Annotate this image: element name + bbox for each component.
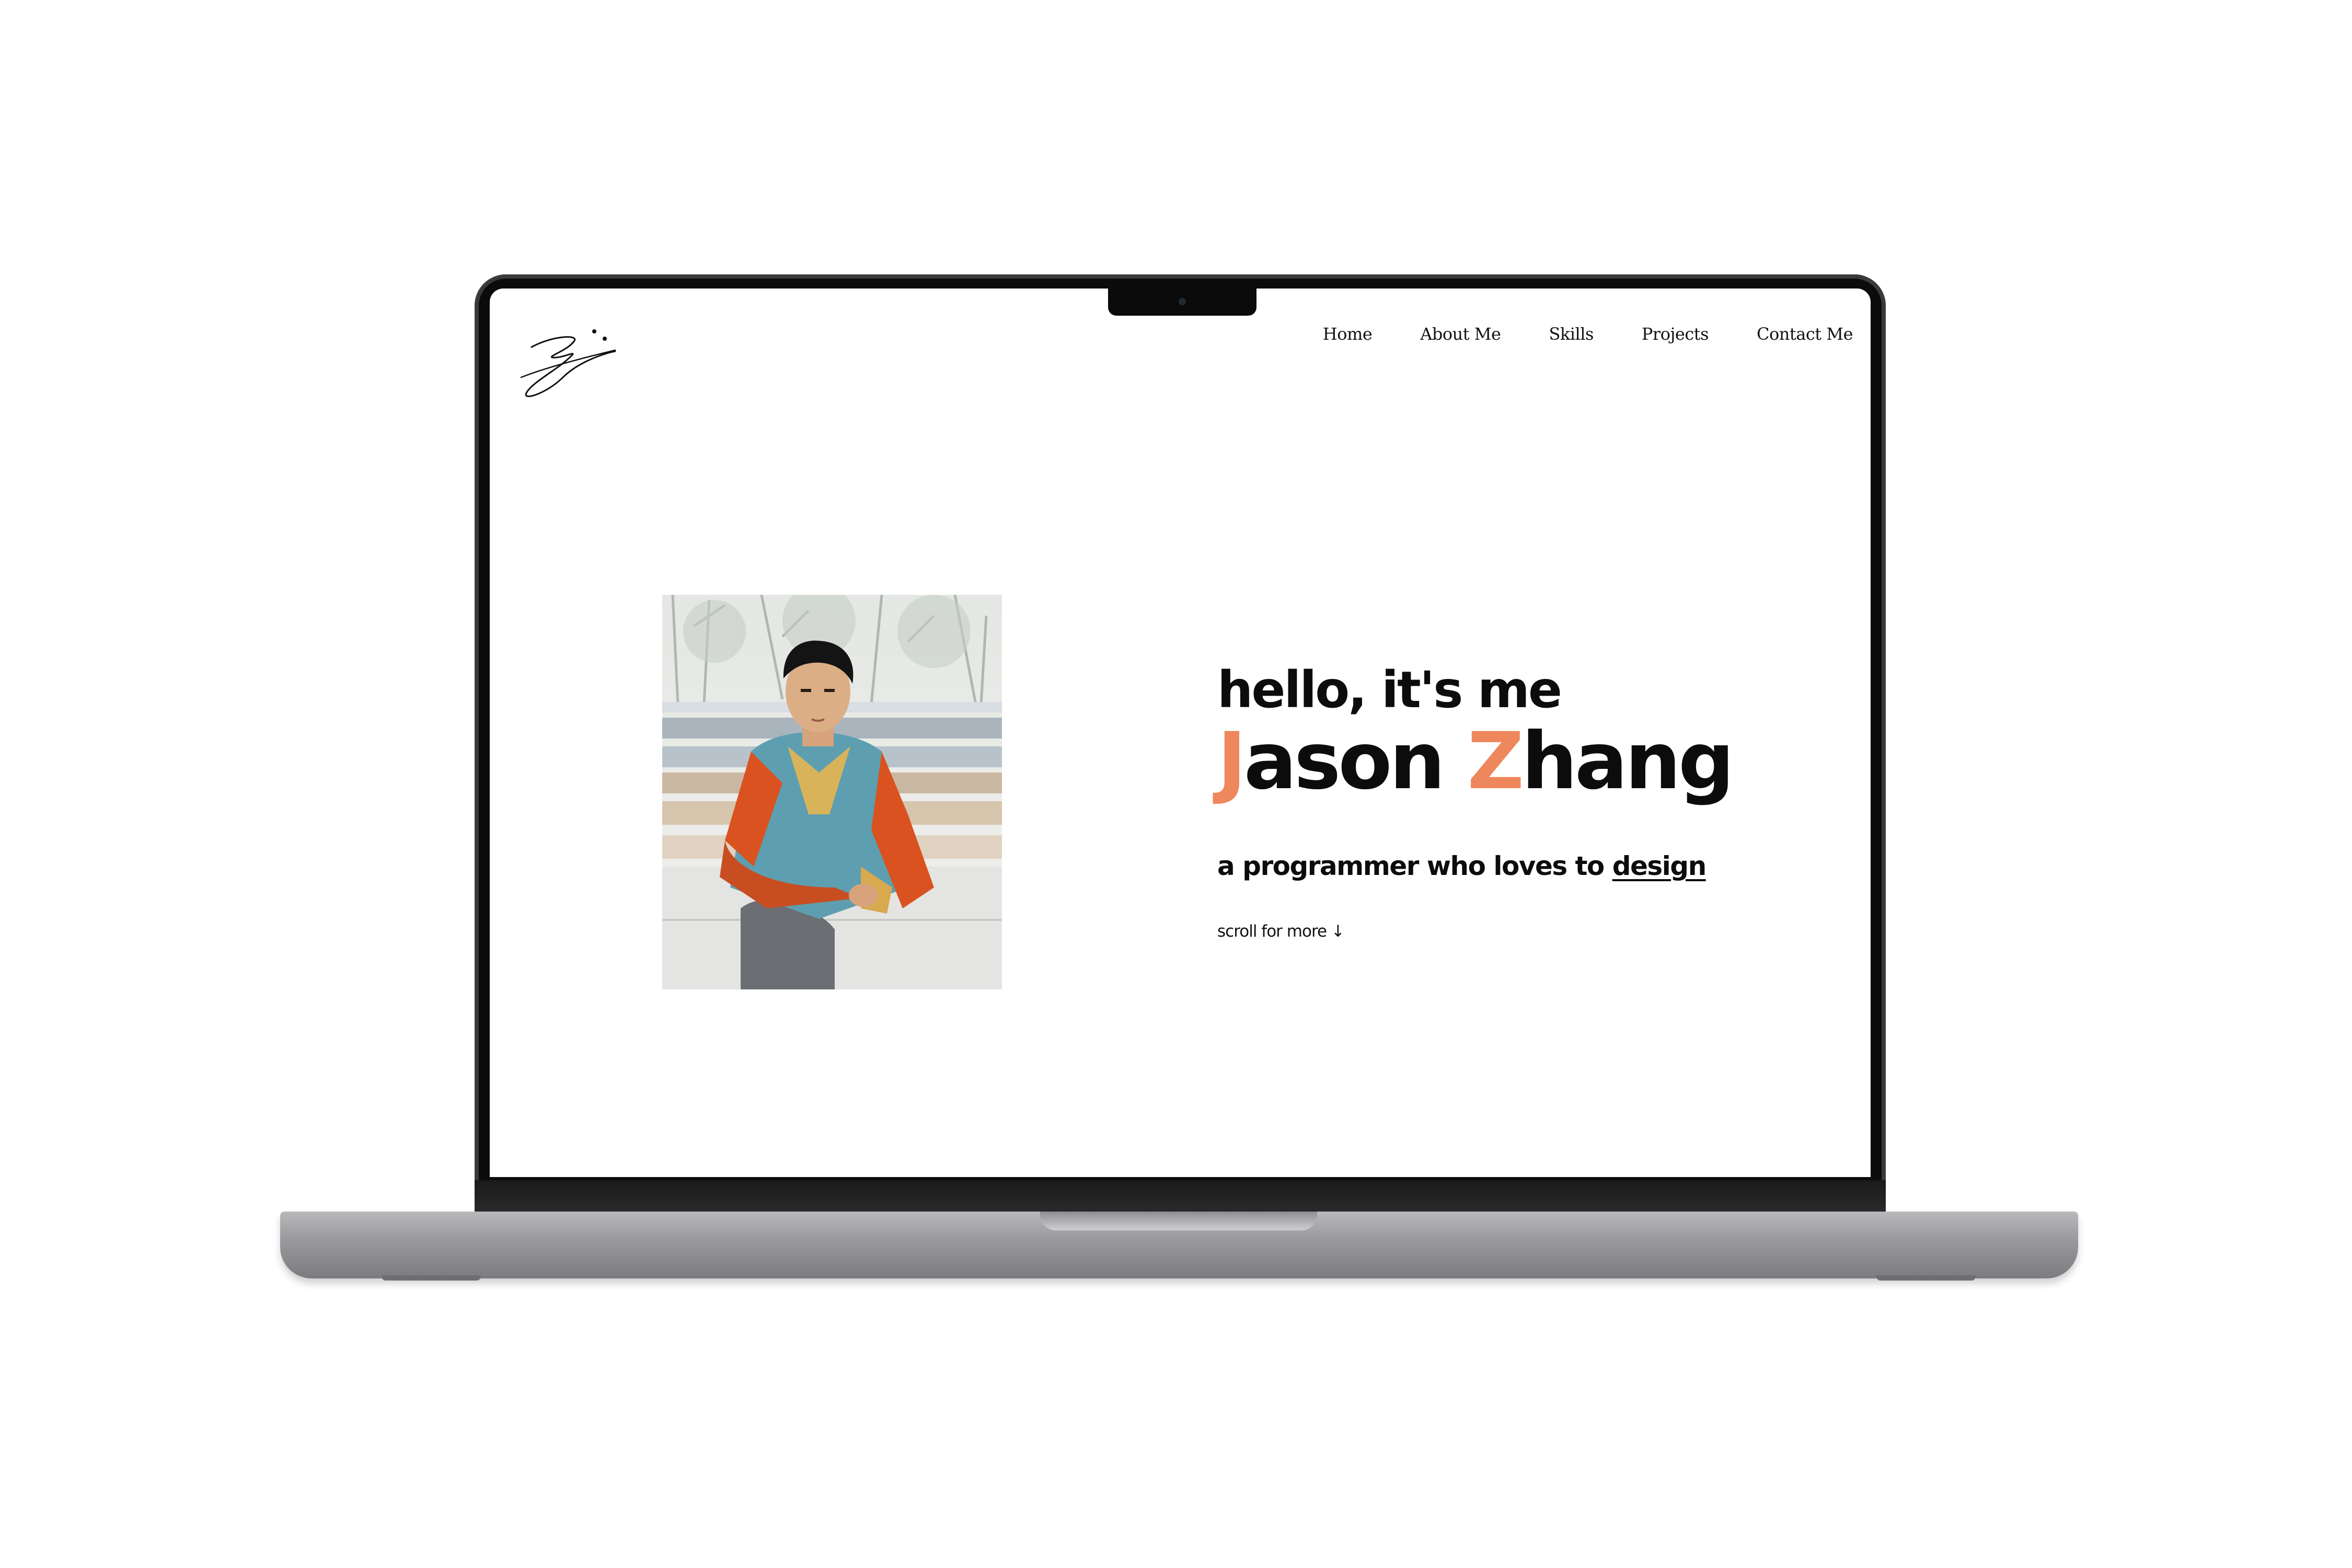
scroll-hint[interactable]: scroll for more ↓ — [1217, 922, 1732, 941]
name-space — [1443, 716, 1467, 807]
scroll-text: scroll for more — [1217, 922, 1327, 941]
name-first-initial: J — [1217, 716, 1247, 807]
hero-text: hello, it's me Jason Zhang a programmer … — [1217, 661, 1734, 941]
lid-opening-notch — [1040, 1212, 1317, 1230]
browser-viewport: Home About Me Skills Projects Contact Me — [490, 289, 1871, 1177]
portrait-photo — [662, 595, 1002, 989]
name-first-rest: ason — [1243, 716, 1445, 807]
tagline-text: a programmer who loves to — [1217, 851, 1612, 881]
main-nav: Home About Me Skills Projects Contact Me — [1323, 324, 1853, 344]
webcam-icon — [1179, 298, 1186, 305]
laptop-foot-left — [382, 1275, 481, 1281]
nav-projects[interactable]: Projects — [1642, 324, 1709, 344]
nav-skills[interactable]: Skills — [1549, 324, 1594, 344]
tagline: a programmer who loves to design — [1217, 851, 1732, 881]
name-last-rest: hang — [1521, 716, 1734, 807]
greeting: hello, it's me — [1217, 661, 1562, 719]
laptop-foot-right — [1876, 1275, 1976, 1281]
signature-logo-icon[interactable] — [516, 320, 620, 403]
nav-contact-me[interactable]: Contact Me — [1757, 324, 1853, 344]
hero-name: Jason Zhang — [1217, 722, 1734, 801]
design-link[interactable]: design — [1612, 851, 1707, 881]
name-last-initial: Z — [1467, 716, 1524, 807]
nav-about-me[interactable]: About Me — [1420, 324, 1501, 344]
nav-home[interactable]: Home — [1323, 324, 1373, 344]
arrow-down-icon: ↓ — [1331, 922, 1345, 941]
laptop-hinge — [475, 1180, 1886, 1214]
